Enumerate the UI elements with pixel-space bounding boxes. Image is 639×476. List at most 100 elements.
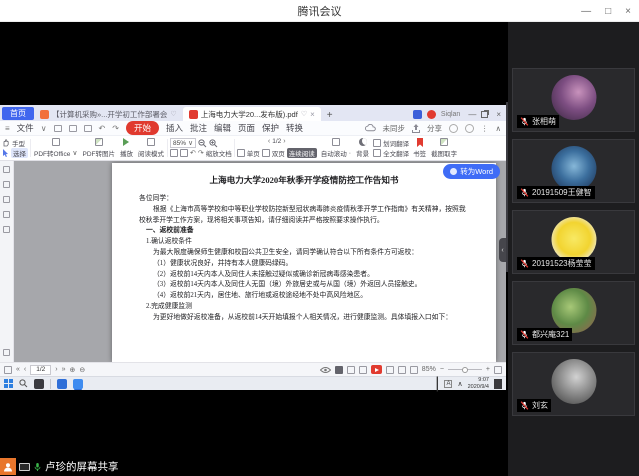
taskbar-clock[interactable]: 9:07 2020/9/4 (468, 377, 489, 390)
taskbar-search-icon[interactable] (19, 379, 28, 388)
first-page-button[interactable]: « (16, 366, 20, 373)
page-number-input[interactable]: 1/2 (30, 365, 51, 375)
add-page-icon[interactable]: ⊕ (70, 366, 76, 374)
convert-to-word-button[interactable]: 转为Word (443, 164, 500, 179)
wps-home-button[interactable]: 首页 (2, 107, 34, 120)
minimize-button[interactable]: — (581, 6, 591, 17)
previous-page-button[interactable]: ‹ (24, 366, 26, 373)
fit-page-status-icon[interactable] (386, 366, 394, 374)
zoom-slider-knob[interactable] (462, 367, 468, 373)
thumbnail-panel-icon[interactable] (3, 166, 10, 173)
new-tab-button[interactable]: + (321, 110, 339, 121)
zoom-in-button[interactable]: + (486, 366, 490, 373)
tab-pdf-document[interactable]: 上海电力大学20...发布版).pdf ♡ × (183, 107, 321, 121)
play-fullscreen-icon[interactable] (371, 365, 382, 374)
actual-size-status-icon[interactable] (410, 366, 418, 374)
taskbar-app-icon-1[interactable] (34, 379, 44, 389)
participant-tile[interactable]: 20191509王健智 (512, 139, 635, 203)
play-mode-button[interactable]: 播放 (118, 137, 135, 159)
fit-width-status-icon[interactable] (398, 366, 406, 374)
next-page-button[interactable]: › (55, 366, 57, 373)
participant-tile[interactable]: 刘玄 (512, 352, 635, 416)
rotate-left-icon[interactable]: ↶ (190, 149, 196, 157)
single-page-icon[interactable] (237, 149, 245, 157)
word-translate-button[interactable]: 划词翻译 (373, 138, 409, 148)
bookmark-button[interactable]: 书签 (411, 137, 428, 159)
undo-icon[interactable]: ↶ (99, 124, 106, 133)
collapse-ribbon-icon[interactable]: ∧ (496, 124, 502, 133)
more-icon[interactable]: ⋮ (481, 124, 489, 133)
close-button[interactable]: × (625, 6, 631, 17)
zoom-out-icon[interactable] (198, 139, 207, 148)
notification-center-icon[interactable] (494, 379, 502, 389)
file-menu[interactable]: 文件 (17, 122, 34, 134)
message-icon[interactable] (465, 124, 474, 133)
sync-status[interactable]: 未同步 (383, 123, 406, 134)
wps-close-button[interactable]: × (496, 110, 501, 119)
comment-panel-icon[interactable] (3, 196, 10, 203)
share-button[interactable]: 分享 (427, 123, 442, 134)
participant-tile[interactable]: 20191523杨莹莹 (512, 210, 635, 274)
ribbon-tab-edit[interactable]: 编辑 (214, 122, 231, 134)
save-icon[interactable] (69, 125, 77, 132)
fit-page-icon[interactable] (170, 149, 178, 157)
view-mode-book-icon[interactable] (359, 366, 367, 374)
taskbar-app-icon-2[interactable] (57, 379, 67, 389)
double-page-icon[interactable] (262, 149, 270, 157)
participant-tile[interactable]: 张相萌 (512, 68, 635, 132)
wps-minimize-button[interactable]: — (468, 110, 476, 119)
ribbon-tab-start[interactable]: 开始 (126, 121, 159, 135)
document-viewport[interactable]: 上海电力大学2020年秋季开学疫情防控工作告知书 各位同学： 根据《上海市高等学… (14, 161, 506, 362)
settings-icon[interactable] (449, 124, 458, 133)
hand-tool[interactable]: 手型 (2, 138, 28, 148)
ribbon-tab-protect[interactable]: 保护 (262, 122, 279, 134)
pdf-to-image-button[interactable]: PDF转图片 (80, 137, 117, 159)
view-mode-single-icon[interactable] (335, 366, 343, 374)
maximize-button[interactable]: □ (605, 6, 611, 17)
zoom-slider[interactable] (448, 369, 482, 370)
account-name[interactable]: Siqlan (441, 111, 460, 118)
search-panel-icon[interactable] (3, 226, 10, 233)
ribbon-tab-convert[interactable]: 转换 (286, 122, 303, 134)
fit-width-icon[interactable] (180, 149, 188, 157)
taskbar-app-icon-active[interactable] (73, 379, 83, 389)
panel-collapse-handle[interactable]: ‹ (499, 238, 506, 262)
capture-ocr-button[interactable]: 截图取字 (429, 137, 459, 159)
view-mode-double-icon[interactable] (347, 366, 355, 374)
print-icon[interactable] (84, 125, 92, 132)
previous-page-icon[interactable]: ‹ (268, 138, 270, 145)
windows-start-button[interactable] (4, 379, 13, 388)
sidebar-settings-icon[interactable] (3, 349, 10, 356)
account-avatar[interactable] (413, 110, 422, 119)
select-tool[interactable]: 选择 (2, 148, 28, 158)
ribbon-tab-insert[interactable]: 插入 (166, 122, 183, 134)
ribbon-tab-comment[interactable]: 批注 (190, 122, 207, 134)
outline-panel-icon[interactable] (3, 181, 10, 188)
attachment-panel-icon[interactable] (3, 211, 10, 218)
page-indicator[interactable]: 1/2 (272, 138, 281, 145)
full-translate-button[interactable]: 全文翻译 (373, 148, 409, 158)
participant-tile[interactable]: 都兴庵321 (512, 281, 635, 345)
read-mode-button[interactable]: 阅读模式 (136, 137, 166, 159)
background-button[interactable]: 背景 (354, 137, 371, 159)
favorite-icon[interactable]: ♡ (170, 110, 176, 118)
eye-icon[interactable] (320, 366, 331, 374)
page-layout-icon[interactable] (4, 366, 12, 374)
ribbon-tab-page[interactable]: 页面 (238, 122, 255, 134)
input-language-indicator[interactable]: A (444, 380, 452, 388)
redo-icon[interactable]: ↷ (112, 124, 119, 133)
zoom-out-button[interactable]: − (440, 366, 444, 373)
remove-page-icon[interactable]: ⊖ (79, 366, 85, 374)
tab-ppt-document[interactable]: 【计算机采购»...开学初工作部署会 ♡ (34, 107, 183, 121)
auto-scroll-button[interactable]: 自动滚动· (319, 137, 353, 159)
zoom-in-icon[interactable] (209, 139, 218, 148)
zoom-level-select[interactable]: 85%∨ (170, 138, 196, 148)
last-page-button[interactable]: » (62, 366, 66, 373)
continuous-read-button[interactable]: 连续阅读 (287, 148, 317, 158)
hamburger-menu-icon[interactable]: ≡ (5, 124, 10, 133)
next-page-icon[interactable]: › (283, 138, 285, 145)
tray-expand-icon[interactable]: ∧ (457, 380, 462, 388)
wps-restore-button[interactable] (481, 111, 488, 118)
close-tab-icon[interactable]: × (310, 110, 315, 119)
zoom-percent[interactable]: 85% (422, 366, 436, 373)
